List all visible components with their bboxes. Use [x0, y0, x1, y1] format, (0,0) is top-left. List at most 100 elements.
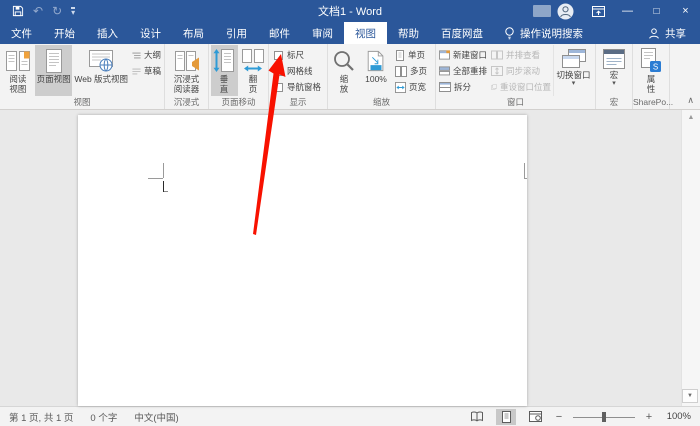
- web-layout-view-button[interactable]: [525, 409, 545, 425]
- group-label-views: 视图: [0, 96, 164, 109]
- tab-layout[interactable]: 布局: [172, 22, 215, 44]
- zoom-slider[interactable]: [573, 411, 635, 423]
- multiple-pages-button[interactable]: 多页: [393, 64, 431, 78]
- print-layout-button[interactable]: 页面视图: [35, 45, 73, 96]
- ruler-checkbox[interactable]: 标尺: [274, 48, 327, 62]
- redo-button[interactable]: ↻: [52, 5, 62, 17]
- minimize-button[interactable]: —: [613, 0, 642, 22]
- gridlines-label: 网格线: [287, 65, 313, 77]
- maximize-button[interactable]: □: [642, 0, 671, 22]
- paragraph-mark: [164, 191, 168, 192]
- word-count-status[interactable]: 0 个字: [90, 410, 117, 424]
- vertical-scrollbar[interactable]: ▲: [681, 110, 700, 406]
- tell-me-search[interactable]: 操作说明搜索: [494, 22, 593, 44]
- scroll-down-button[interactable]: ▼: [682, 389, 698, 403]
- reading-view-button[interactable]: 阅读 视图: [1, 45, 35, 96]
- collapse-ribbon-button[interactable]: ∧: [687, 95, 694, 106]
- gridlines-checkbox-box: [274, 67, 283, 76]
- tab-design[interactable]: 设计: [129, 22, 172, 44]
- scroll-up-button[interactable]: ▲: [682, 110, 700, 125]
- print-layout-icon: [45, 47, 63, 74]
- tab-help[interactable]: 帮助: [387, 22, 430, 44]
- customize-quick-access-button[interactable]: ▾: [71, 7, 75, 16]
- macros-button[interactable]: 宏 ▾: [597, 45, 631, 96]
- undo-button[interactable]: ↶: [33, 5, 43, 17]
- ribbon-view-tab-panel: 阅读 视图 页面视图: [0, 44, 700, 110]
- document-area: ▲ ▼: [0, 110, 700, 406]
- split-label: 拆分: [454, 81, 471, 93]
- zoom-slider-thumb[interactable]: [602, 412, 606, 422]
- draft-button[interactable]: 草稿: [130, 64, 163, 78]
- synchronous-scrolling-button[interactable]: 同步滚动: [489, 64, 553, 78]
- immersive-reader-icon: [174, 47, 200, 74]
- document-page[interactable]: [78, 115, 527, 406]
- tab-insert[interactable]: 插入: [86, 22, 129, 44]
- window-column-1: 新建窗口 全部重排: [437, 45, 489, 96]
- page-number-status[interactable]: 第 1 页, 共 1 页: [9, 410, 73, 424]
- status-bar: 第 1 页, 共 1 页 0 个字 中文(中国): [0, 406, 700, 426]
- gridlines-checkbox[interactable]: 网格线: [274, 64, 327, 78]
- tab-baidu-netdisk[interactable]: 百度网盘: [430, 22, 494, 44]
- save-button[interactable]: [12, 5, 24, 17]
- tab-references[interactable]: 引用: [215, 22, 258, 44]
- tab-review[interactable]: 审阅: [301, 22, 344, 44]
- zoom-100-button[interactable]: 100%: [359, 45, 393, 96]
- print-layout-view-icon: [501, 411, 512, 423]
- close-button[interactable]: ×: [671, 0, 700, 22]
- scroll-up-icon: ▲: [688, 114, 695, 121]
- properties-icon: S: [640, 47, 662, 74]
- page-width-icon: [395, 82, 406, 93]
- tab-home[interactable]: 开始: [43, 22, 86, 44]
- multiple-pages-icon: [395, 66, 407, 77]
- avatar[interactable]: [557, 3, 574, 20]
- arrange-all-button[interactable]: 全部重排: [437, 64, 489, 78]
- user-icon: [557, 3, 574, 20]
- zoom-in-button[interactable]: +: [644, 411, 654, 423]
- new-window-button[interactable]: 新建窗口: [437, 48, 489, 62]
- ribbon-display-options-button[interactable]: [584, 0, 613, 22]
- reset-window-position-button[interactable]: 重设窗口位置: [489, 80, 553, 94]
- zoom-button[interactable]: 缩 放: [329, 45, 359, 96]
- properties-label: 属 性: [647, 74, 656, 94]
- web-layout-button[interactable]: Web 版式视图: [72, 45, 130, 96]
- web-layout-view-icon: [529, 411, 542, 422]
- switch-windows-caret-icon: ▾: [572, 80, 576, 87]
- group-macros: 宏 ▾ 宏: [596, 44, 633, 109]
- ruler-label: 标尺: [287, 49, 304, 61]
- side-to-side-button[interactable]: 翻 页: [240, 45, 267, 96]
- zoom-out-button[interactable]: −: [554, 411, 564, 423]
- zoom-percentage[interactable]: 100%: [663, 411, 691, 422]
- one-page-label: 单页: [408, 49, 425, 61]
- tab-file[interactable]: 文件: [0, 22, 43, 44]
- title-bar: ↶ ↻ ▾ 文档1 - Word — □: [0, 0, 700, 22]
- group-label-zoom: 缩放: [328, 96, 435, 109]
- page-width-button[interactable]: 页宽: [393, 80, 431, 94]
- ribbon-display-options-icon: [592, 6, 605, 17]
- window-column-2: 并排查看 同步滚动 重设窗口位置: [489, 45, 553, 96]
- print-layout-view-button[interactable]: [496, 409, 516, 425]
- language-status[interactable]: 中文(中国): [134, 410, 178, 424]
- view-side-by-side-label: 并排查看: [506, 49, 540, 61]
- switch-windows-button[interactable]: 切换窗口 ▾: [553, 45, 593, 96]
- vertical-icon: [213, 47, 235, 74]
- group-zoom: 缩 放 100%: [328, 44, 436, 109]
- caret-down-icon: ▾: [71, 8, 75, 17]
- one-page-button[interactable]: 单页: [393, 48, 431, 62]
- group-views: 阅读 视图 页面视图: [0, 44, 165, 109]
- read-mode-view-button[interactable]: [467, 409, 487, 425]
- properties-button[interactable]: S 属 性: [634, 45, 668, 96]
- page-width-label: 页宽: [409, 81, 426, 93]
- split-button[interactable]: 拆分: [437, 80, 489, 94]
- tab-mailings[interactable]: 邮件: [258, 22, 301, 44]
- share-button[interactable]: 共享: [634, 22, 700, 44]
- vertical-button[interactable]: 垂 直: [211, 45, 238, 96]
- navigation-pane-checkbox[interactable]: 导航窗格: [274, 80, 327, 94]
- statusbar-right: − + 100%: [467, 409, 691, 425]
- immersive-reader-button[interactable]: 沉浸式 阅读器: [166, 45, 207, 96]
- navigation-pane-label: 导航窗格: [287, 81, 321, 93]
- group-sharepoint: S 属 性 SharePo...: [633, 44, 670, 109]
- tab-view[interactable]: 视图: [344, 22, 387, 44]
- titlebar-controls: — □ ×: [533, 0, 700, 22]
- view-side-by-side-button[interactable]: 并排查看: [489, 48, 553, 62]
- outline-button[interactable]: 大纲: [130, 48, 163, 62]
